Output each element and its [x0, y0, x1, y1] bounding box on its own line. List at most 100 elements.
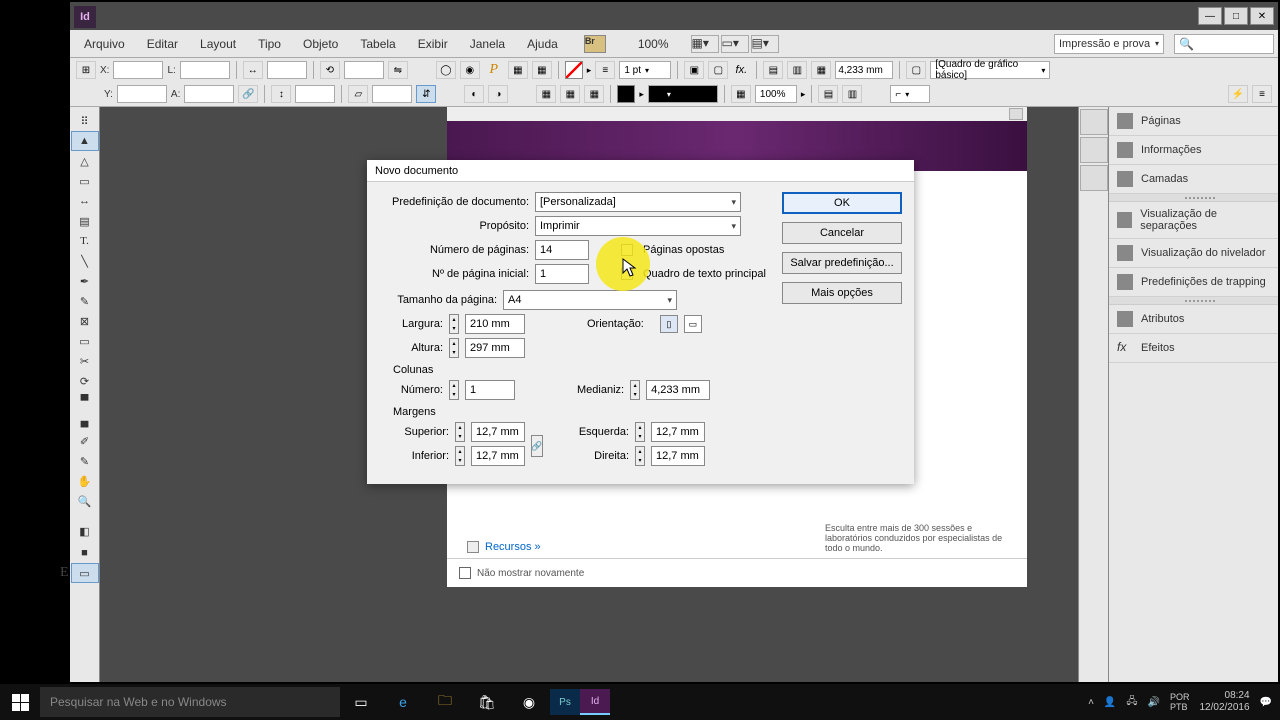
- sel-next-icon[interactable]: ◑: [488, 85, 508, 103]
- tray-lang-icon[interactable]: PORPTB: [1170, 692, 1190, 712]
- align-center-icon[interactable]: ▥: [787, 61, 807, 79]
- dock-btn-2[interactable]: [1080, 137, 1108, 163]
- indesign-taskbar-icon[interactable]: Id: [580, 689, 610, 715]
- bridge-icon[interactable]: Br: [584, 35, 606, 53]
- eyedropper-tool-icon[interactable]: ✎: [71, 451, 99, 471]
- workspace-dropdown[interactable]: Impressão e prova▾: [1054, 34, 1164, 54]
- stroke-swatch-icon[interactable]: [617, 85, 635, 103]
- rotate-field[interactable]: [344, 61, 384, 79]
- constrain-icon[interactable]: 🔗: [238, 85, 258, 103]
- m-top-field[interactable]: [471, 422, 525, 442]
- primary-text-frame-checkbox[interactable]: [621, 268, 633, 280]
- line-tool-icon[interactable]: ╲: [71, 251, 99, 271]
- minimize-button[interactable]: —: [1198, 7, 1222, 25]
- scale-y-field[interactable]: [295, 85, 335, 103]
- chrome-icon[interactable]: ◉: [508, 684, 550, 720]
- scale-x-icon[interactable]: ↔: [243, 61, 263, 79]
- scale-y-icon[interactable]: ↕: [271, 85, 291, 103]
- view-options-icon[interactable]: ▦▾: [691, 35, 719, 53]
- gutter-stepper[interactable]: ▴▾: [630, 380, 640, 400]
- start-button[interactable]: [0, 684, 40, 720]
- menu-layout[interactable]: Layout: [190, 33, 246, 55]
- menu-exibir[interactable]: Exibir: [408, 33, 458, 55]
- stroke-weight-stepper[interactable]: ≡: [595, 61, 615, 79]
- screen-mode-icon[interactable]: ▭▾: [721, 35, 749, 53]
- gradient-feather-tool-icon[interactable]: ▄: [71, 411, 99, 431]
- panel-menu-icon[interactable]: ≡: [1252, 85, 1272, 103]
- pen-tool-icon[interactable]: ✒: [71, 271, 99, 291]
- cancel-button[interactable]: Cancelar: [782, 222, 902, 244]
- note-tool-icon[interactable]: ✐: [71, 431, 99, 451]
- quick-apply-icon[interactable]: ⚡: [1228, 85, 1248, 103]
- page-tool-icon[interactable]: ▭: [71, 171, 99, 191]
- menu-tabela[interactable]: Tabela: [350, 33, 405, 55]
- panel-atributos[interactable]: Atributos: [1109, 305, 1278, 334]
- pages-field[interactable]: [535, 240, 589, 260]
- menu-arquivo[interactable]: Arquivo: [74, 33, 135, 55]
- close-button[interactable]: ✕: [1250, 7, 1274, 25]
- gap-tool-icon[interactable]: ↔: [71, 191, 99, 211]
- panel-efeitos[interactable]: fxEfeitos: [1109, 334, 1278, 363]
- edge-icon[interactable]: e: [382, 684, 424, 720]
- object-style-icon[interactable]: ▢: [906, 61, 926, 79]
- link-margins-icon[interactable]: 🔗: [531, 435, 543, 457]
- task-view-icon[interactable]: ▭: [340, 684, 382, 720]
- shear-icon[interactable]: ▱: [348, 85, 368, 103]
- wrap3-icon[interactable]: ▦: [536, 85, 556, 103]
- panel-trap[interactable]: Predefinições de trapping: [1109, 268, 1278, 297]
- menu-editar[interactable]: Editar: [137, 33, 188, 55]
- text-wrap2-icon[interactable]: ▦: [532, 61, 552, 79]
- hand-tool-icon[interactable]: ✋: [71, 471, 99, 491]
- select-container-icon[interactable]: ◯: [436, 61, 456, 79]
- type-tool-icon[interactable]: T.: [71, 231, 99, 251]
- scissors-tool-icon[interactable]: ✂: [71, 351, 99, 371]
- align-right-icon[interactable]: ▦: [811, 61, 831, 79]
- zoom-tool-icon[interactable]: 🔍: [71, 491, 99, 511]
- notifications-icon[interactable]: 💬: [1260, 697, 1272, 708]
- stroke-weight-dropdown[interactable]: 1 pt▾: [619, 61, 671, 79]
- wrap5-icon[interactable]: ▦: [584, 85, 604, 103]
- taskbar-clock[interactable]: 08:24 12/02/2016: [1199, 690, 1249, 714]
- text-wrap-icon[interactable]: ▦: [508, 61, 528, 79]
- resources-link[interactable]: Recursos »: [467, 541, 541, 553]
- rotate-icon[interactable]: ⟲: [320, 61, 340, 79]
- panel-informacoes[interactable]: Informações: [1109, 136, 1278, 165]
- arrange-icon[interactable]: ▤▾: [751, 35, 779, 53]
- menu-janela[interactable]: Janela: [460, 33, 515, 55]
- tray-volume-icon[interactable]: 🔊: [1148, 697, 1160, 708]
- paragraph-style-icon[interactable]: P: [484, 61, 504, 79]
- orientation-portrait-button[interactable]: ▯: [660, 315, 678, 333]
- col-num-stepper[interactable]: ▴▾: [449, 380, 459, 400]
- start-page-field[interactable]: [535, 264, 589, 284]
- extra-measure-field[interactable]: [835, 61, 893, 79]
- selection-tool-icon[interactable]: ▲: [71, 131, 99, 151]
- direct-selection-tool-icon[interactable]: △: [71, 151, 99, 171]
- more-options-button[interactable]: Mais opções: [782, 282, 902, 304]
- gutter-field[interactable]: [646, 380, 710, 400]
- opacity-dropdown[interactable]: 100%: [755, 85, 797, 103]
- col-num-field[interactable]: [465, 380, 515, 400]
- m-bottom-stepper[interactable]: ▴▾: [455, 446, 465, 466]
- orientation-landscape-button[interactable]: ▭: [684, 315, 702, 333]
- align-left-icon[interactable]: ▤: [763, 61, 783, 79]
- free-transform-tool-icon[interactable]: ⟳: [71, 371, 99, 391]
- distribute-v-icon[interactable]: ▥: [842, 85, 862, 103]
- fill-stroke-icon[interactable]: ◧: [71, 519, 99, 543]
- y-field[interactable]: [117, 85, 167, 103]
- corner-shape-dropdown[interactable]: ⌐▾: [890, 85, 930, 103]
- intent-dropdown[interactable]: Imprimir▾: [535, 216, 741, 236]
- m-left-field[interactable]: [651, 422, 705, 442]
- stroke-type-dropdown[interactable]: —▾: [648, 85, 718, 103]
- opacity-icon[interactable]: ▦: [731, 85, 751, 103]
- maximize-button[interactable]: □: [1224, 7, 1248, 25]
- fx-icon[interactable]: ▣: [684, 61, 704, 79]
- welcome-close-icon[interactable]: [1009, 108, 1023, 120]
- reference-point-icon[interactable]: ⊞: [76, 61, 96, 79]
- w-field[interactable]: [180, 61, 230, 79]
- flip-h-icon[interactable]: ⇋: [388, 61, 408, 79]
- object-style-dropdown[interactable]: [Quadro de gráfico básico]▾: [930, 61, 1050, 79]
- tray-up-icon[interactable]: ˄: [1088, 697, 1094, 708]
- apply-color-icon[interactable]: ■: [71, 543, 99, 563]
- dock-btn-3[interactable]: [1080, 165, 1108, 191]
- m-right-stepper[interactable]: ▴▾: [635, 446, 645, 466]
